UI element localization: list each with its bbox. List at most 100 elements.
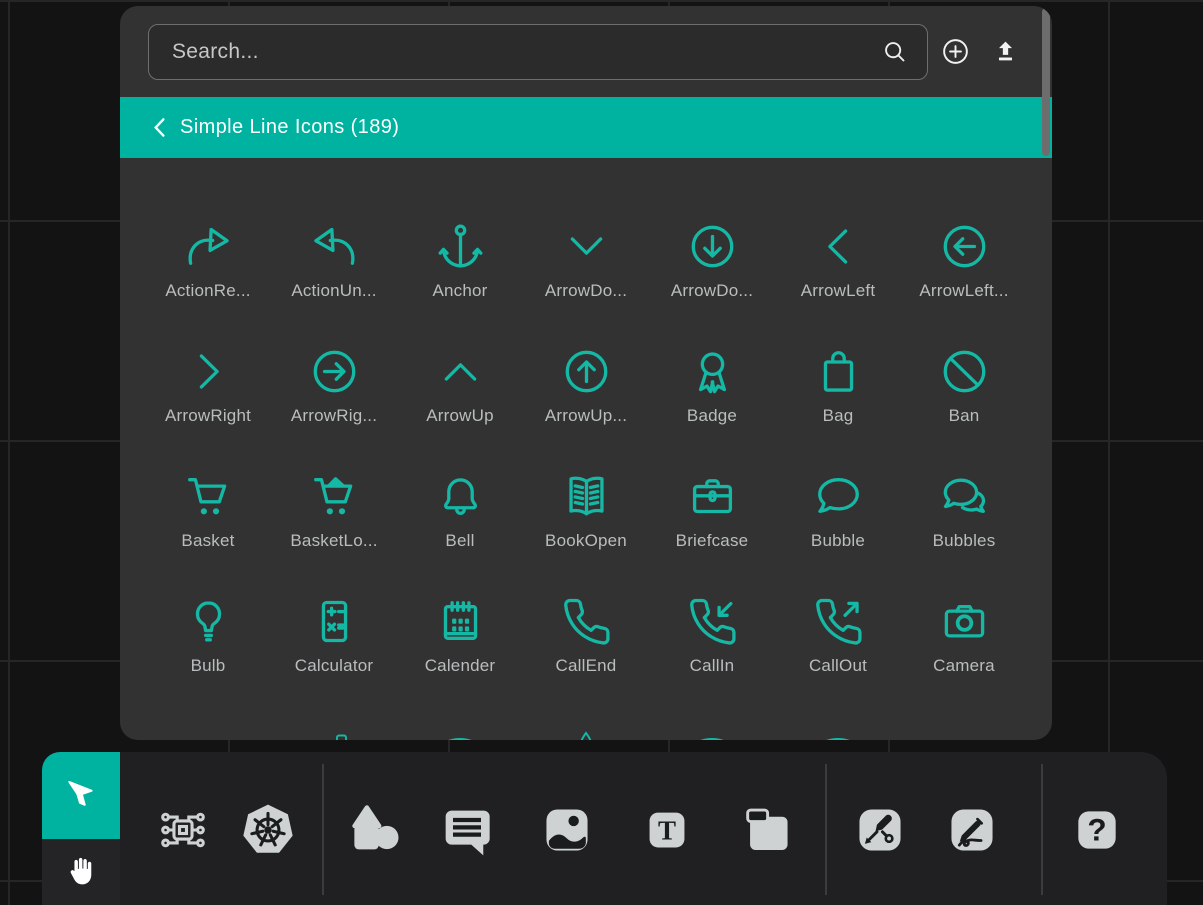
circuit-board-tool-button[interactable] <box>152 799 214 861</box>
icon-cell-anchor[interactable]: Anchor <box>397 220 523 345</box>
text-tool-button[interactable]: T <box>640 803 694 857</box>
icon-cell-partial-clock[interactable] <box>649 720 775 740</box>
icon-cell-partial-camrecorder[interactable] <box>145 720 271 740</box>
icon-cell-bell[interactable]: Bell <box>397 470 523 595</box>
briefcase-icon <box>686 470 739 523</box>
arrow-right-icon <box>182 345 235 398</box>
icon-cell-bubbles[interactable]: Bubbles <box>901 470 1027 595</box>
icon-cell-call-end[interactable]: CallEnd <box>523 595 649 720</box>
icon-label: ArrowDo... <box>545 281 627 301</box>
icon-cell-partial-cloud[interactable] <box>901 720 1027 740</box>
icon-cell-partial-close[interactable] <box>775 720 901 740</box>
icon-cell-call-out[interactable]: CallOut <box>775 595 901 720</box>
icon-grid-partial-row <box>120 720 1052 740</box>
icon-cell-basket[interactable]: Basket <box>145 470 271 595</box>
icon-label: ArrowRight <box>165 406 251 426</box>
kubernetes-tool-button[interactable] <box>236 798 300 862</box>
pencil-draw-tool-button[interactable] <box>943 801 1001 859</box>
call-end-icon <box>560 595 613 648</box>
upload-button[interactable] <box>991 37 1020 66</box>
circuit-board-icon <box>152 799 214 861</box>
bulb-icon <box>182 595 235 648</box>
icon-cell-badge[interactable]: Badge <box>649 345 775 470</box>
pen-connector-icon <box>851 801 909 859</box>
icon-cell-ban[interactable]: Ban <box>901 345 1027 470</box>
search-input[interactable]: Search... <box>148 24 928 80</box>
basket-icon <box>182 470 235 523</box>
icon-cell-arrow-left[interactable]: ArrowLeft <box>775 220 901 345</box>
icon-cell-action-undo[interactable]: ActionUn... <box>271 220 397 345</box>
help-tool-button[interactable]: ? <box>1069 802 1125 858</box>
arrow-down-icon <box>560 220 613 273</box>
icon-cell-arrow-right[interactable]: ArrowRight <box>145 345 271 470</box>
icon-cell-action-redo[interactable]: ActionRe... <box>145 220 271 345</box>
icon-cell-bag[interactable]: Bag <box>775 345 901 470</box>
icon-label: ActionUn... <box>291 281 376 301</box>
icon-cell-partial-chemistry[interactable] <box>523 720 649 740</box>
icon-label: Bulb <box>191 656 226 676</box>
icon-cell-partial-check[interactable] <box>397 720 523 740</box>
icon-cell-arrow-down-circle[interactable]: ArrowDo... <box>649 220 775 345</box>
frame-tool-button[interactable] <box>738 801 796 859</box>
icon-cell-arrow-down[interactable]: ArrowDo... <box>523 220 649 345</box>
image-icon <box>538 801 596 859</box>
icon-cell-arrow-right-circle[interactable]: ArrowRig... <box>271 345 397 470</box>
shapes-icon <box>345 800 405 860</box>
clock-icon <box>675 720 749 740</box>
search-icon <box>881 38 908 65</box>
library-header-back[interactable]: Simple Line Icons (189) <box>120 97 1052 158</box>
ban-icon <box>938 345 991 398</box>
icon-cell-calculator[interactable]: Calculator <box>271 595 397 720</box>
image-tool-button[interactable] <box>538 801 596 859</box>
diagram-canvas[interactable]: Search... Simple Line Icons <box>0 0 1203 905</box>
icon-cell-calender[interactable]: Calender <box>397 595 523 720</box>
icon-label: ArrowUp... <box>545 406 627 426</box>
icon-cell-call-in[interactable]: CallIn <box>649 595 775 720</box>
hand-tool-button[interactable] <box>42 839 120 905</box>
camrecorder-icon <box>171 720 245 740</box>
icon-label: Bubbles <box>933 531 996 551</box>
arrow-up-icon <box>434 345 487 398</box>
icon-label: CallEnd <box>556 656 617 676</box>
icon-cell-partial-chart[interactable] <box>271 720 397 740</box>
icon-label: BookOpen <box>545 531 627 551</box>
icon-label: Anchor <box>432 281 487 301</box>
chevron-left-icon <box>152 117 167 138</box>
icon-label: Bubble <box>811 531 865 551</box>
arrow-up-circle-icon <box>560 345 613 398</box>
icon-label: Bell <box>445 531 474 551</box>
icon-cell-book-open[interactable]: BookOpen <box>523 470 649 595</box>
library-title: Simple Line Icons (189) <box>180 116 399 139</box>
comment-tool-button[interactable] <box>435 798 499 862</box>
icon-label: Briefcase <box>676 531 749 551</box>
kubernetes-icon <box>236 798 300 862</box>
chemistry-icon <box>549 720 623 740</box>
icon-label: BasketLo... <box>290 531 377 551</box>
bubble-icon <box>812 470 865 523</box>
icon-cell-arrow-left-circle[interactable]: ArrowLeft... <box>901 220 1027 345</box>
chart-icon <box>297 720 371 740</box>
action-redo-icon <box>182 220 235 273</box>
icon-cell-basket-loaded[interactable]: BasketLo... <box>271 470 397 595</box>
arrow-right-circle-icon <box>308 345 361 398</box>
scrollbar-thumb[interactable] <box>1042 8 1050 156</box>
icon-label: Calender <box>425 656 496 676</box>
pointer-tool-button[interactable] <box>42 752 120 839</box>
icon-cell-arrow-up[interactable]: ArrowUp <box>397 345 523 470</box>
frame-icon <box>738 801 796 859</box>
arrow-left-circle-icon <box>938 220 991 273</box>
svg-text:T: T <box>658 816 676 846</box>
icon-cell-arrow-up-circle[interactable]: ArrowUp... <box>523 345 649 470</box>
action-undo-icon <box>308 220 361 273</box>
icon-cell-camera[interactable]: Camera <box>901 595 1027 720</box>
icon-label: CallIn <box>690 656 735 676</box>
icon-cell-bubble[interactable]: Bubble <box>775 470 901 595</box>
close-icon <box>801 720 875 740</box>
icon-cell-briefcase[interactable]: Briefcase <box>649 470 775 595</box>
icon-cell-bulb[interactable]: Bulb <box>145 595 271 720</box>
call-in-icon <box>686 595 739 648</box>
shapes-tool-button[interactable] <box>345 800 405 860</box>
arrow-left-icon <box>812 220 865 273</box>
pen-connector-tool-button[interactable] <box>851 801 909 859</box>
add-library-button[interactable] <box>941 37 970 66</box>
